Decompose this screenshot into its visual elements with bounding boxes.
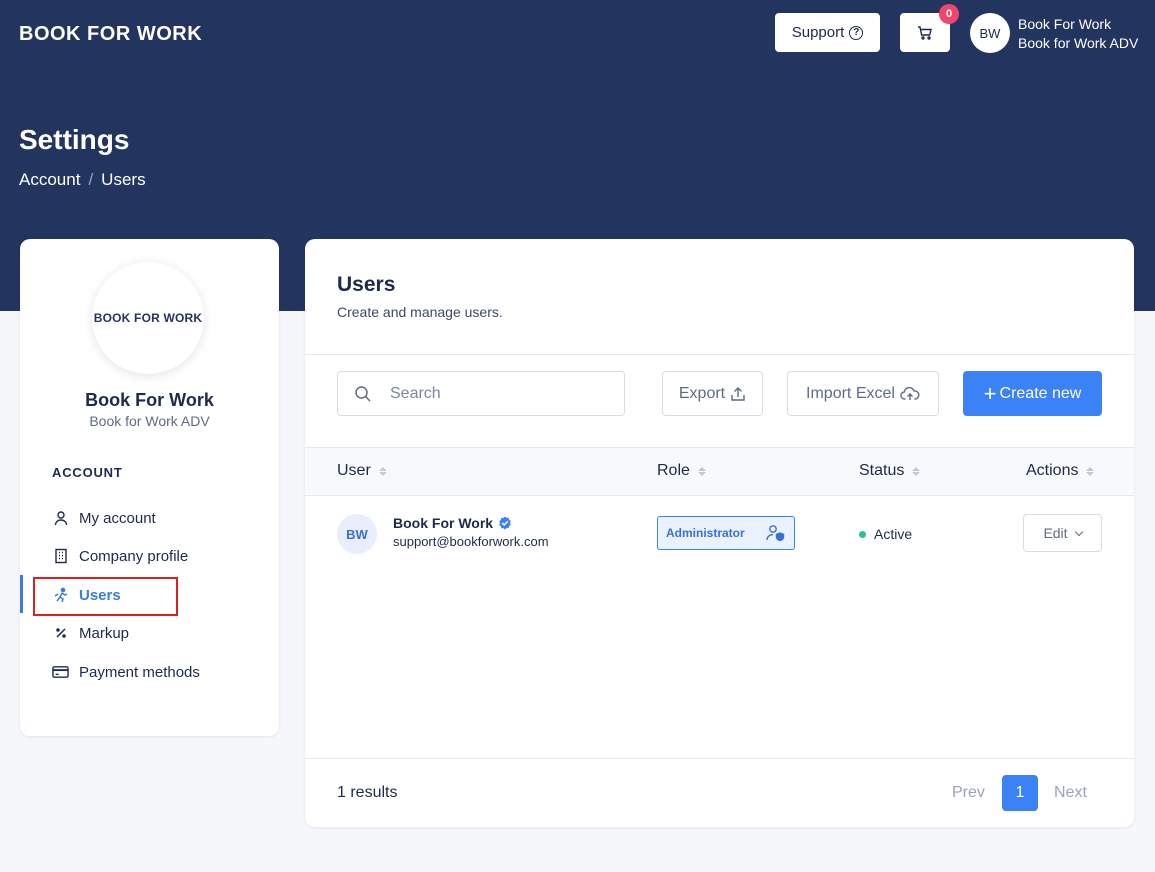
building-icon: [52, 548, 69, 565]
search-box[interactable]: [337, 371, 625, 416]
sort-icon: [1086, 466, 1095, 476]
column-label: Actions: [1026, 462, 1079, 479]
import-label: Import Excel: [806, 384, 895, 402]
sidebar-item-markup[interactable]: Markup: [52, 621, 129, 645]
verified-icon: [499, 516, 511, 530]
active-indicator: [20, 575, 23, 613]
column-label: Role: [657, 462, 690, 479]
status-label: Active: [874, 526, 913, 542]
cloud-upload-icon: [900, 386, 920, 400]
selection-highlight: [33, 577, 178, 616]
support-button[interactable]: Support ?: [775, 13, 880, 52]
upload-icon: [731, 386, 745, 401]
sort-icon: [378, 466, 387, 476]
divider: [305, 354, 1134, 355]
sidebar-section-title: ACCOUNT: [52, 465, 123, 480]
breadcrumb-users: Users: [101, 170, 146, 189]
sidebar-item-payment-methods[interactable]: Payment methods: [52, 660, 200, 684]
user-name-text: Book For Work: [393, 515, 494, 531]
pagination-next[interactable]: Next: [1054, 784, 1087, 802]
create-new-button[interactable]: + Create new: [963, 371, 1102, 416]
table-header: User Role Status Actions: [305, 447, 1134, 496]
support-label: Support: [791, 24, 845, 41]
status-dot: [859, 530, 866, 538]
edit-dropdown-button[interactable]: Edit: [1023, 514, 1102, 552]
row-user-email: support@bookforwork.com: [393, 534, 549, 549]
sidebar-item-label: Markup: [79, 624, 130, 642]
brand-logo[interactable]: BOOK FOR WORK: [19, 23, 202, 46]
row-avatar: BW: [337, 514, 377, 554]
user-avatar[interactable]: BW: [970, 13, 1010, 53]
user-shield-icon: [766, 525, 785, 542]
role-badge: Administrator: [657, 516, 795, 550]
company-subtitle: Book for Work ADV: [89, 413, 210, 429]
users-card: Users Create and manage users. Export Im…: [305, 239, 1134, 827]
company-name: Book For Work: [85, 390, 214, 410]
search-input[interactable]: [390, 384, 610, 403]
card-title: Users: [337, 273, 396, 296]
page-title: Settings: [19, 124, 130, 155]
sidebar-item-company-profile[interactable]: Company profile: [52, 544, 188, 568]
column-label: Status: [859, 462, 905, 479]
create-label: Create new: [999, 384, 1082, 402]
cart-icon: [918, 25, 932, 40]
plus-icon: +: [983, 380, 997, 406]
sidebar-item-label: Company profile: [79, 547, 189, 565]
user-menu[interactable]: Book For Work Book for Work ADV: [1018, 15, 1138, 53]
credit-card-icon: [52, 664, 69, 681]
column-header-user[interactable]: User: [337, 462, 387, 480]
export-label: Export: [678, 384, 726, 402]
breadcrumb-separator: /: [88, 170, 94, 189]
status-badge: Active: [859, 526, 912, 542]
user-company: Book for Work ADV: [1018, 35, 1139, 51]
help-icon: ?: [849, 25, 864, 40]
card-subtitle: Create and manage users.: [337, 304, 503, 320]
percent-icon: [52, 625, 69, 642]
settings-sidebar: BOOK FOR WORK Book For Work Book for Wor…: [20, 239, 279, 736]
search-icon: [355, 385, 371, 402]
chevron-down-icon: [1074, 527, 1083, 536]
sort-icon: [697, 466, 706, 476]
sidebar-item-label: My account: [79, 509, 156, 527]
sort-icon: [912, 466, 921, 476]
divider: [305, 758, 1134, 759]
role-label: Administrator: [666, 526, 745, 540]
column-header-status[interactable]: Status: [859, 462, 921, 480]
user-name: Book For Work: [1018, 16, 1112, 32]
import-excel-button[interactable]: Import Excel: [787, 371, 939, 416]
column-header-role[interactable]: Role: [657, 462, 706, 480]
pagination-page-1[interactable]: 1: [1002, 775, 1038, 811]
row-user-name: Book For Work: [393, 515, 512, 531]
pagination-prev[interactable]: Prev: [952, 784, 985, 802]
sidebar-item-my-account[interactable]: My account: [52, 506, 156, 530]
results-count: 1 results: [337, 784, 398, 801]
company-logo: BOOK FOR WORK: [92, 262, 204, 374]
cart-count-badge: 0: [939, 4, 959, 24]
export-button[interactable]: Export: [662, 371, 763, 416]
column-label: User: [337, 462, 371, 479]
edit-label: Edit: [1043, 525, 1068, 541]
sidebar-item-label: Payment methods: [79, 663, 200, 681]
breadcrumb: Account / Users: [19, 170, 146, 190]
column-header-actions[interactable]: Actions: [1026, 462, 1095, 480]
user-icon: [52, 510, 69, 527]
breadcrumb-account[interactable]: Account: [19, 170, 80, 190]
